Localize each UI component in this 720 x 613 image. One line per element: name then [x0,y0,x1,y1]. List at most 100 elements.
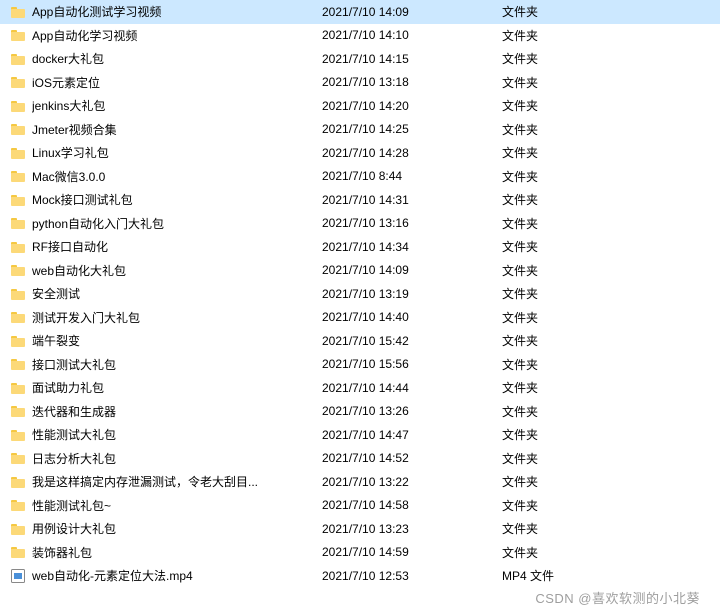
file-date: 2021/7/10 14:52 [322,451,502,465]
file-list: App自动化测试学习视频2021/7/10 14:09文件夹App自动化学习视频… [0,0,720,588]
file-row[interactable]: 迭代器和生成器2021/7/10 13:26文件夹 [0,400,720,424]
folder-icon [10,98,26,114]
folder-icon [10,286,26,302]
file-row[interactable]: 安全测试2021/7/10 13:19文件夹 [0,282,720,306]
file-date: 2021/7/10 13:23 [322,522,502,536]
folder-icon [10,450,26,466]
file-name: 性能测试礼包~ [32,497,322,514]
file-row[interactable]: 性能测试礼包~2021/7/10 14:58文件夹 [0,494,720,518]
folder-icon [10,215,26,231]
file-row[interactable]: 测试开发入门大礼包2021/7/10 14:40文件夹 [0,306,720,330]
file-name: 装饰器礼包 [32,544,322,561]
file-date: 2021/7/10 14:15 [322,52,502,66]
file-date: 2021/7/10 13:19 [322,287,502,301]
file-date: 2021/7/10 12:53 [322,569,502,583]
file-type: 文件夹 [502,379,602,396]
file-type: 文件夹 [502,332,602,349]
folder-icon [10,333,26,349]
video-file-icon [10,568,26,584]
file-name: 迭代器和生成器 [32,403,322,420]
file-row[interactable]: 面试助力礼包2021/7/10 14:44文件夹 [0,376,720,400]
file-name: 面试助力礼包 [32,379,322,396]
file-row[interactable]: 我是这样搞定内存泄漏测试，令老大刮目...2021/7/10 13:22文件夹 [0,470,720,494]
file-row[interactable]: 用例设计大礼包2021/7/10 13:23文件夹 [0,517,720,541]
file-type: 文件夹 [502,520,602,537]
folder-icon [10,427,26,443]
file-name: Linux学习礼包 [32,144,322,161]
file-row[interactable]: RF接口自动化2021/7/10 14:34文件夹 [0,235,720,259]
file-date: 2021/7/10 14:34 [322,240,502,254]
file-type: 文件夹 [502,309,602,326]
file-type: 文件夹 [502,238,602,255]
file-row[interactable]: Jmeter视频合集2021/7/10 14:25文件夹 [0,118,720,142]
file-type: 文件夹 [502,121,602,138]
folder-icon [10,544,26,560]
file-name: 性能测试大礼包 [32,426,322,443]
file-row[interactable]: web自动化大礼包2021/7/10 14:09文件夹 [0,259,720,283]
file-date: 2021/7/10 14:28 [322,146,502,160]
file-name: 我是这样搞定内存泄漏测试，令老大刮目... [32,473,322,490]
file-date: 2021/7/10 14:25 [322,122,502,136]
file-date: 2021/7/10 15:56 [322,357,502,371]
file-type: 文件夹 [502,497,602,514]
file-row[interactable]: iOS元素定位2021/7/10 13:18文件夹 [0,71,720,95]
folder-icon [10,51,26,67]
file-type: 文件夹 [502,168,602,185]
watermark-text: CSDN @喜欢软测的小北葵 [535,588,700,607]
folder-icon [10,74,26,90]
file-type: 文件夹 [502,74,602,91]
file-date: 2021/7/10 14:09 [322,263,502,277]
file-type: 文件夹 [502,50,602,67]
file-row[interactable]: 接口测试大礼包2021/7/10 15:56文件夹 [0,353,720,377]
file-name: web自动化大礼包 [32,262,322,279]
file-type: MP4 文件 [502,567,602,584]
file-row[interactable]: 性能测试大礼包2021/7/10 14:47文件夹 [0,423,720,447]
folder-icon [10,262,26,278]
file-name: RF接口自动化 [32,238,322,255]
file-name: 日志分析大礼包 [32,450,322,467]
file-type: 文件夹 [502,356,602,373]
file-row[interactable]: App自动化测试学习视频2021/7/10 14:09文件夹 [0,0,720,24]
folder-icon [10,239,26,255]
file-date: 2021/7/10 14:20 [322,99,502,113]
file-name: Jmeter视频合集 [32,121,322,138]
file-row[interactable]: 日志分析大礼包2021/7/10 14:52文件夹 [0,447,720,471]
folder-icon [10,27,26,43]
file-name: Mac微信3.0.0 [32,168,322,185]
file-row[interactable]: jenkins大礼包2021/7/10 14:20文件夹 [0,94,720,118]
folder-icon [10,168,26,184]
file-name: 接口测试大礼包 [32,356,322,373]
file-type: 文件夹 [502,473,602,490]
file-type: 文件夹 [502,144,602,161]
folder-icon [10,4,26,20]
file-date: 2021/7/10 14:58 [322,498,502,512]
folder-icon [10,145,26,161]
file-row[interactable]: docker大礼包2021/7/10 14:15文件夹 [0,47,720,71]
file-row[interactable]: App自动化学习视频2021/7/10 14:10文件夹 [0,24,720,48]
file-row[interactable]: Linux学习礼包2021/7/10 14:28文件夹 [0,141,720,165]
folder-icon [10,474,26,490]
file-type: 文件夹 [502,191,602,208]
file-name: 安全测试 [32,285,322,302]
file-date: 2021/7/10 15:42 [322,334,502,348]
file-type: 文件夹 [502,97,602,114]
file-row[interactable]: Mac微信3.0.02021/7/10 8:44文件夹 [0,165,720,189]
file-row[interactable]: Mock接口测试礼包2021/7/10 14:31文件夹 [0,188,720,212]
file-row[interactable]: python自动化入门大礼包2021/7/10 13:16文件夹 [0,212,720,236]
file-type: 文件夹 [502,262,602,279]
folder-icon [10,356,26,372]
file-name: 用例设计大礼包 [32,520,322,537]
file-date: 2021/7/10 13:26 [322,404,502,418]
file-row[interactable]: web自动化-元素定位大法.mp42021/7/10 12:53MP4 文件 [0,564,720,588]
file-date: 2021/7/10 13:22 [322,475,502,489]
file-type: 文件夹 [502,3,602,20]
folder-icon [10,121,26,137]
file-row[interactable]: 装饰器礼包2021/7/10 14:59文件夹 [0,541,720,565]
file-date: 2021/7/10 14:31 [322,193,502,207]
file-date: 2021/7/10 14:10 [322,28,502,42]
file-date: 2021/7/10 14:09 [322,5,502,19]
file-row[interactable]: 端午裂变2021/7/10 15:42文件夹 [0,329,720,353]
file-date: 2021/7/10 14:47 [322,428,502,442]
file-name: Mock接口测试礼包 [32,191,322,208]
folder-icon [10,380,26,396]
